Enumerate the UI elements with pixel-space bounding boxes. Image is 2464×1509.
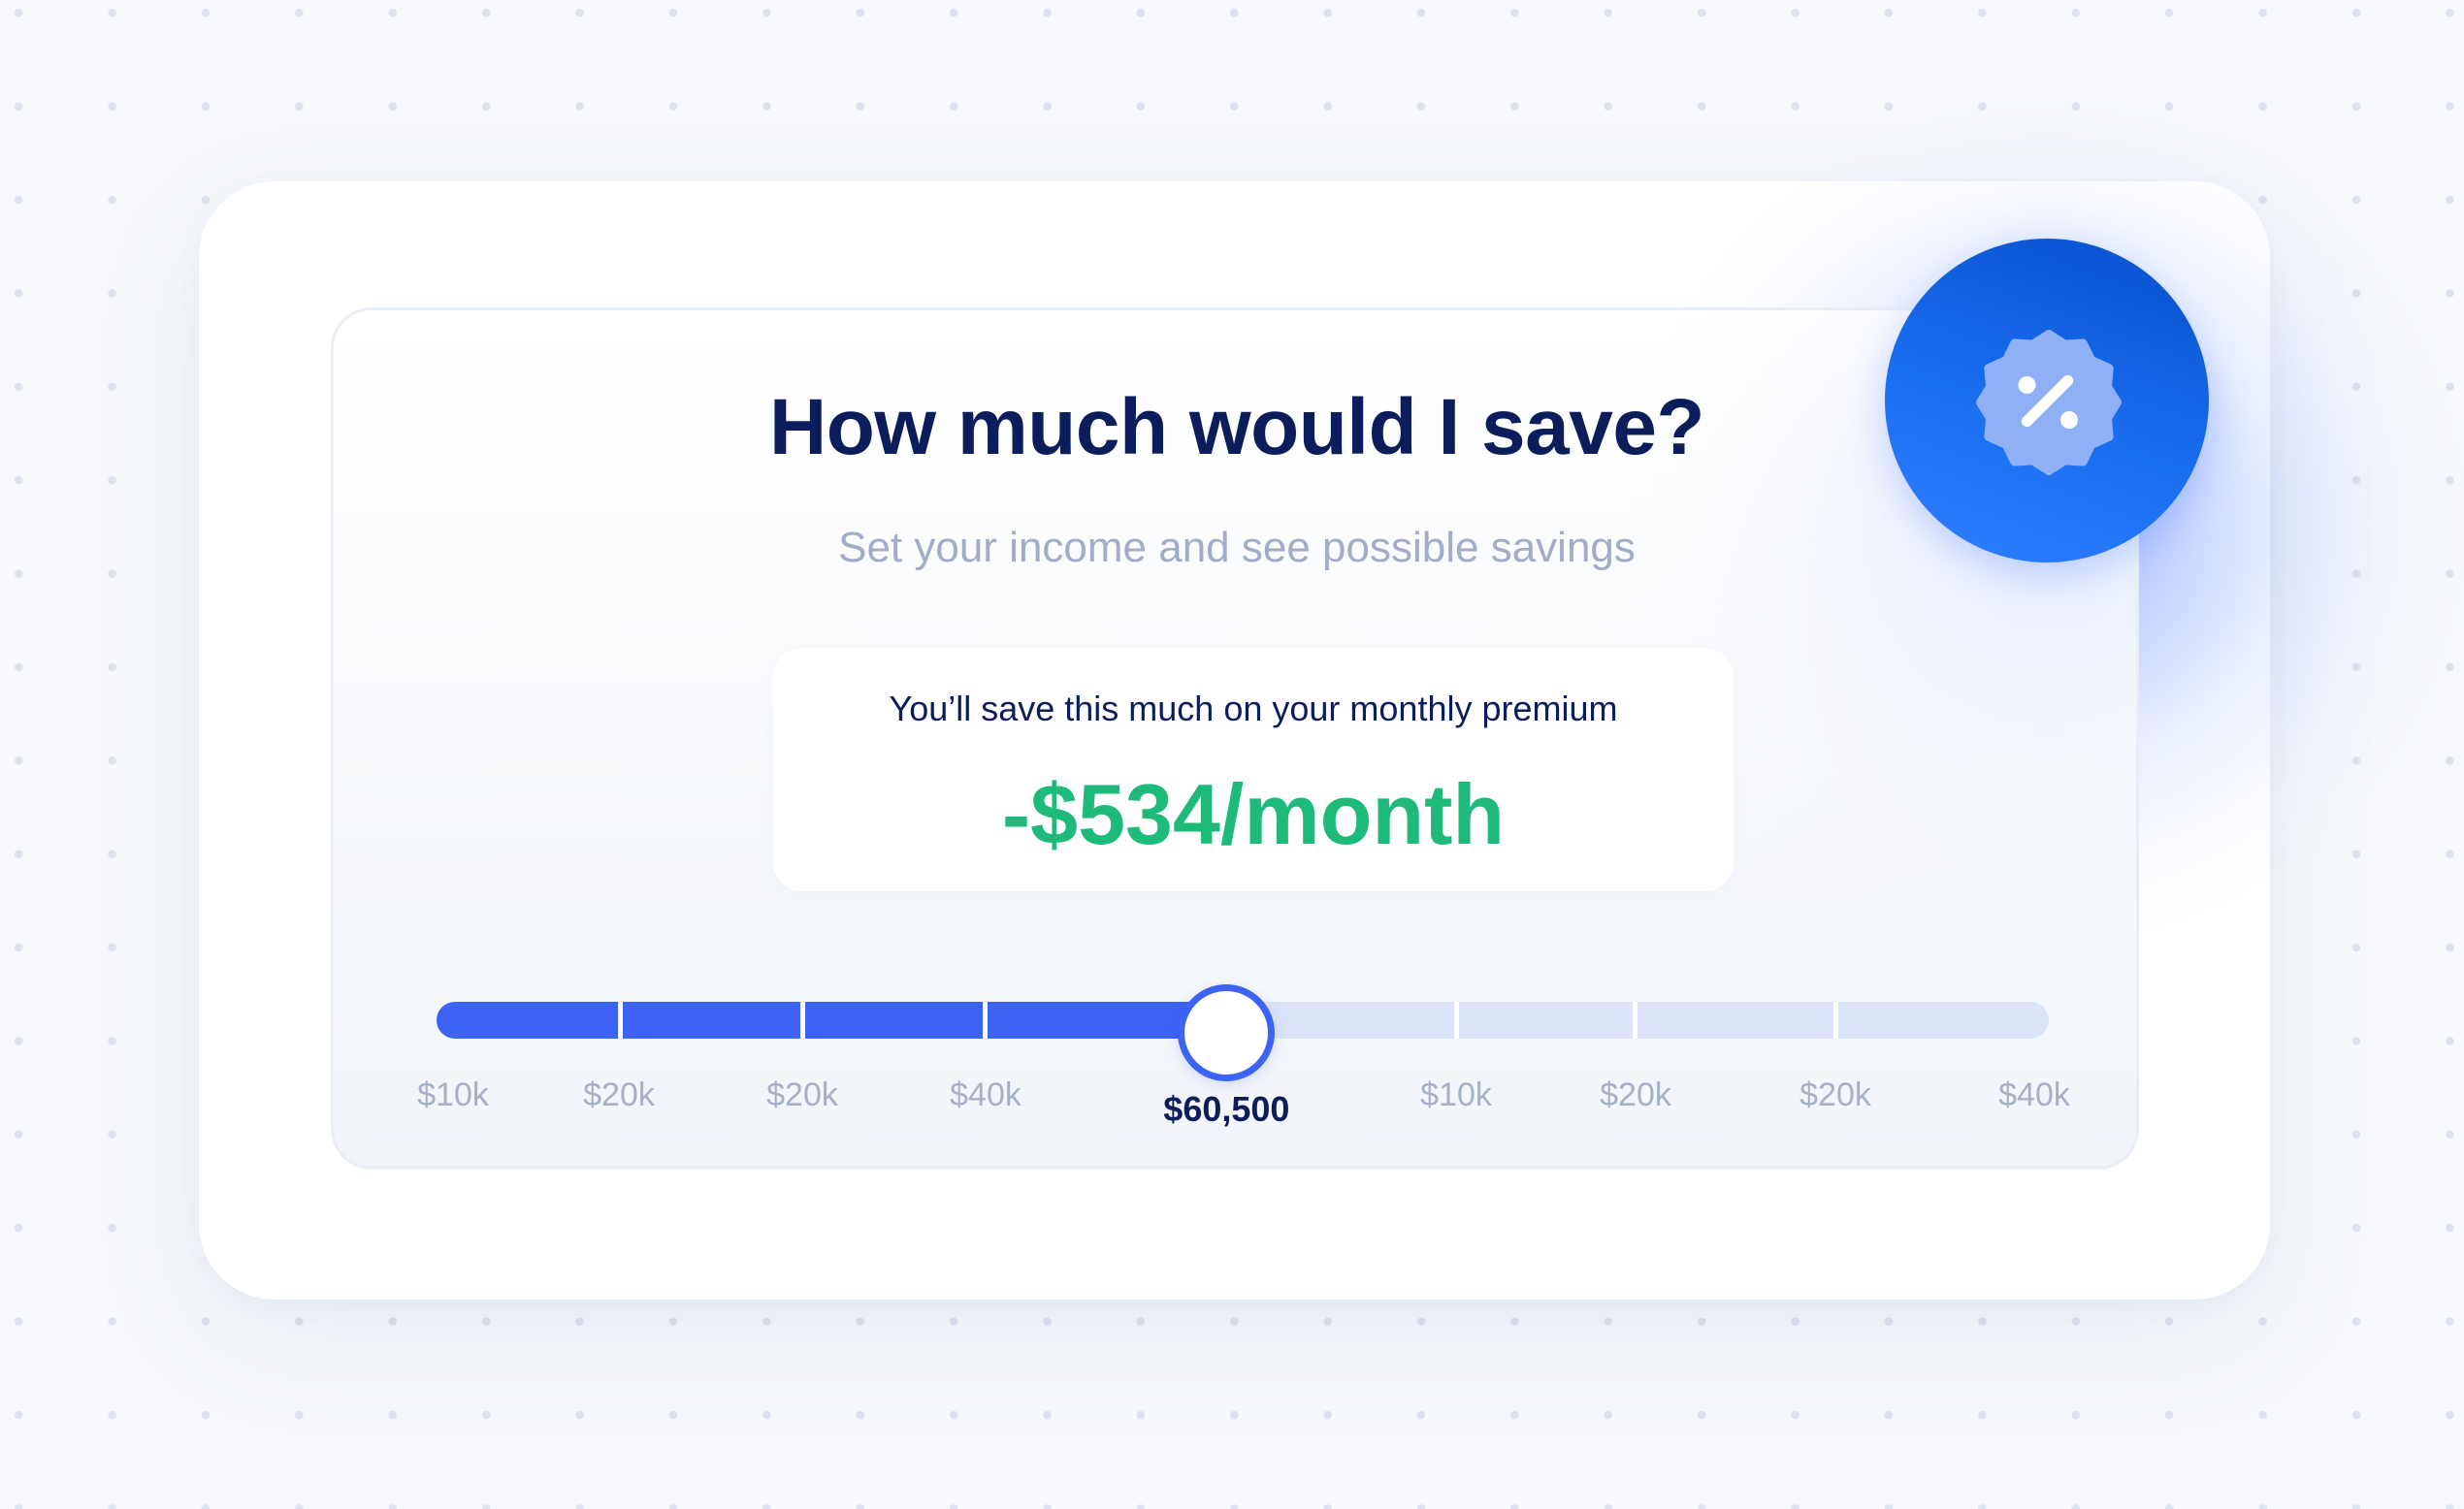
savings-result-box: You’ll save this much on your monthly pr… [773, 648, 1734, 891]
slider-segment-divider [618, 1002, 623, 1039]
slider-current-value: $60,500 [1163, 1089, 1290, 1129]
slider-segment-divider [1633, 1002, 1637, 1039]
slider-tick-label: $40k [950, 1076, 1021, 1113]
savings-result-value: -$534/month [1001, 766, 1506, 862]
slider-tick-label: $10k [417, 1076, 489, 1113]
slider-tick-label: $20k [1600, 1076, 1671, 1113]
slider-tick-label: $40k [1998, 1076, 2070, 1113]
slider-segment-divider [983, 1002, 988, 1039]
percent-badge-icon [1976, 330, 2122, 475]
slider-tick-label: $10k [1420, 1076, 1492, 1113]
income-slider[interactable] [437, 984, 2049, 1081]
slider-track-fill [437, 1002, 1227, 1039]
discount-badge [1885, 239, 2209, 562]
slider-segment-divider [1833, 1002, 1838, 1039]
slider-segment-divider [1454, 1002, 1459, 1039]
slider-tick-label: $20k [1799, 1076, 1871, 1113]
slider-tick-label: $20k [583, 1076, 655, 1113]
slider-tick-label: $20k [766, 1076, 838, 1113]
savings-result-label: You’ll save this much on your monthly pr… [889, 689, 1618, 728]
slider-thumb[interactable] [1178, 984, 1276, 1081]
slider-segment-divider [800, 1002, 805, 1039]
